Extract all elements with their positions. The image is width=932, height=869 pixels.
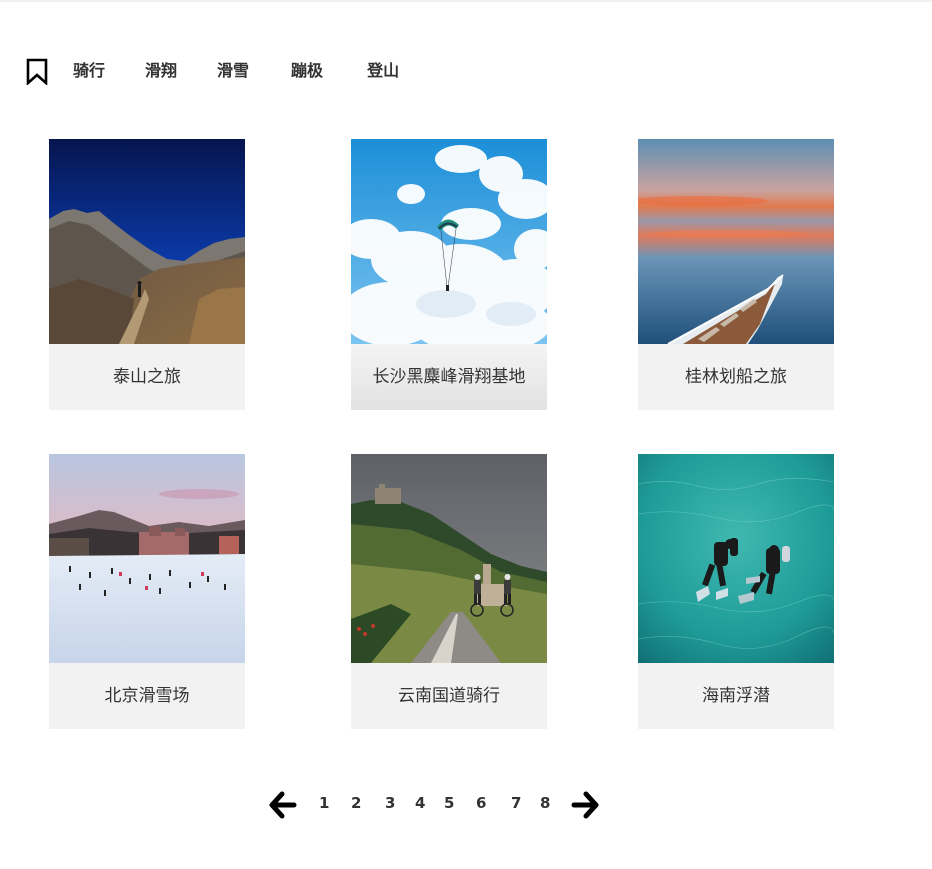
page-3[interactable]: 3: [385, 794, 395, 812]
page-1[interactable]: 1: [319, 794, 329, 812]
category-climbing[interactable]: 登山: [367, 56, 399, 86]
card-title: 桂林划船之旅: [638, 344, 834, 410]
pagination: 1 2 3 4 5 6 7 8: [268, 788, 608, 824]
page-6[interactable]: 6: [476, 794, 486, 812]
category-gliding[interactable]: 滑翔: [145, 56, 177, 86]
card-title: 泰山之旅: [49, 344, 245, 410]
top-divider: [0, 0, 932, 2]
scuba-divers-photo: [638, 454, 834, 663]
arrow-left-icon[interactable]: [268, 788, 298, 822]
ski-resort-photo: [49, 454, 245, 663]
card-title: 云南国道骑行: [351, 663, 547, 729]
page-7[interactable]: 7: [511, 794, 521, 812]
page-5[interactable]: 5: [444, 794, 454, 812]
page-2[interactable]: 2: [351, 794, 361, 812]
card-title: 长沙黑麋峰滑翔基地: [351, 344, 547, 410]
destination-card[interactable]: 长沙黑麋峰滑翔基地: [351, 139, 547, 410]
mountain-trail-photo: [49, 139, 245, 344]
card-title: 北京滑雪场: [49, 663, 245, 729]
destination-card[interactable]: 海南浮潜: [638, 454, 834, 729]
category-cycling[interactable]: 骑行: [73, 56, 105, 86]
category-bungee[interactable]: 蹦极: [291, 56, 323, 86]
category-skiing[interactable]: 滑雪: [217, 56, 249, 86]
arrow-right-icon[interactable]: [570, 788, 600, 822]
page-8[interactable]: 8: [540, 794, 550, 812]
road-cyclists-photo: [351, 454, 547, 663]
destination-card[interactable]: 北京滑雪场: [49, 454, 245, 729]
destination-card[interactable]: 云南国道骑行: [351, 454, 547, 729]
card-title: 海南浮潜: [638, 663, 834, 729]
category-bar: 骑行 滑翔 滑雪 蹦极 登山: [26, 56, 439, 86]
page-4[interactable]: 4: [415, 794, 425, 812]
destination-card[interactable]: 泰山之旅: [49, 139, 245, 410]
paraglider-sky-photo: [351, 139, 547, 344]
bookmark-icon[interactable]: [26, 58, 48, 85]
boat-sunset-lake-photo: [638, 139, 834, 344]
destination-card[interactable]: 桂林划船之旅: [638, 139, 834, 410]
